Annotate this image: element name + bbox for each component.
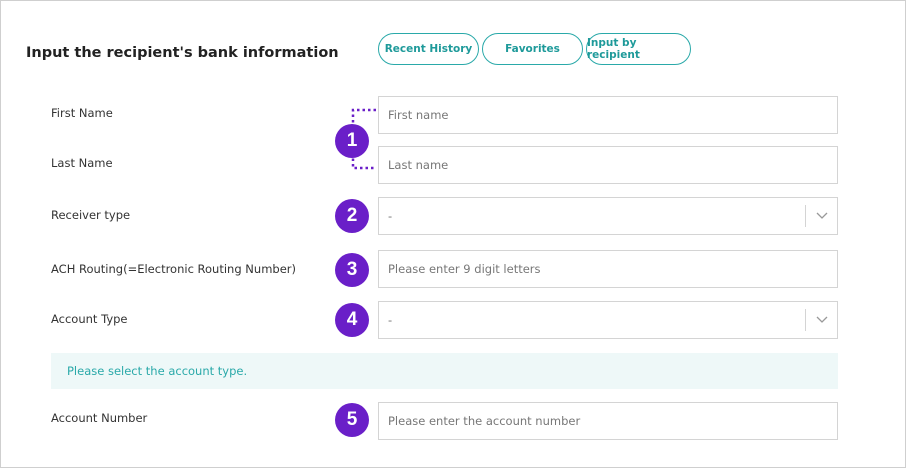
page-title: Input the recipient's bank information (26, 45, 339, 61)
tab-input-by-recipient[interactable]: Input by recipient (586, 33, 691, 65)
tab-favorites[interactable]: Favorites (482, 33, 583, 65)
account-type-select[interactable]: - (378, 301, 838, 339)
step-badge-3: 3 (335, 253, 369, 287)
tab-recent-history[interactable]: Recent History (378, 33, 479, 65)
account-type-notice: Please select the account type. (51, 353, 838, 389)
receiver-type-label: Receiver type (51, 208, 131, 222)
step-badge-5: 5 (335, 403, 369, 437)
step-badge-2: 2 (335, 199, 369, 233)
account-type-label: Account Type (51, 312, 128, 326)
last-name-label: Last Name (51, 156, 113, 170)
form-panel: Input the recipient's bank information R… (0, 0, 906, 468)
last-name-placeholder: Last name (388, 158, 449, 172)
step-badge-1: 1 (335, 124, 369, 158)
chevron-down-icon[interactable] (806, 316, 837, 324)
first-name-label: First Name (51, 106, 113, 120)
account-type-value: - (388, 313, 393, 327)
account-number-label: Account Number (51, 411, 148, 425)
first-name-placeholder: First name (388, 108, 449, 122)
ach-routing-input[interactable]: Please enter 9 digit letters (378, 250, 838, 288)
ach-routing-label: ACH Routing(=Electronic Routing Number) (51, 262, 296, 276)
account-number-input[interactable]: Please enter the account number (378, 402, 838, 440)
ach-routing-placeholder: Please enter 9 digit letters (388, 262, 541, 276)
step-badge-4: 4 (335, 303, 369, 337)
chevron-down-icon[interactable] (806, 212, 837, 220)
receiver-type-select[interactable]: - (378, 197, 838, 235)
last-name-field[interactable]: Last name (378, 146, 838, 184)
first-name-field[interactable]: First name (378, 96, 838, 134)
account-number-placeholder: Please enter the account number (388, 414, 581, 428)
receiver-type-value: - (388, 209, 393, 223)
